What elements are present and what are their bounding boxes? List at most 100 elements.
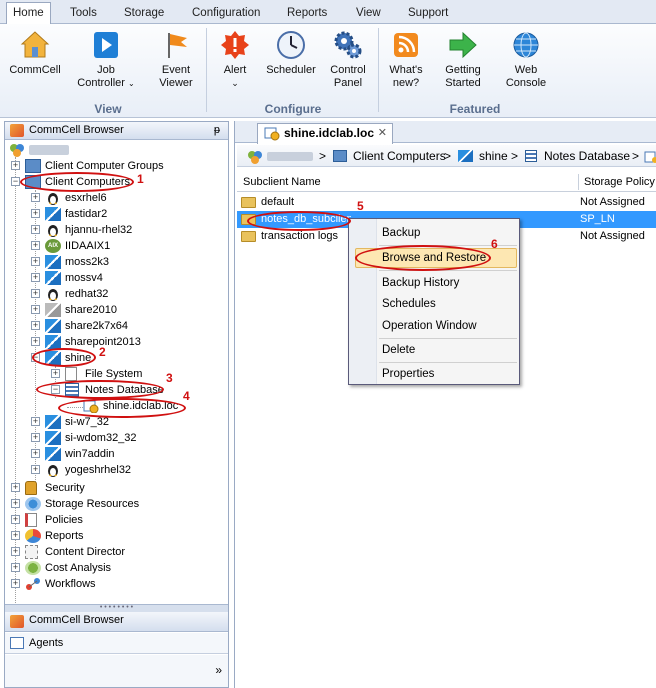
breadcrumb-client-computers[interactable]: Client Computers (353, 145, 446, 167)
tab-view[interactable]: View (350, 3, 387, 24)
menu-gutter (349, 219, 377, 384)
tree-client-hjannu-rhel32[interactable]: + hjannu-rhel32 (31, 222, 211, 238)
control-panel-button[interactable]: Control Panel (322, 30, 374, 90)
menu-item-backup-history[interactable]: Backup History (382, 274, 459, 292)
expand-icon[interactable]: + (51, 369, 60, 378)
agents-icon (10, 637, 24, 649)
expand-icon[interactable]: + (31, 321, 40, 330)
tree-storage-resources[interactable]: + Storage Resources (11, 496, 211, 512)
tree-client-esxrhel6[interactable]: + esxrhel6 (31, 190, 211, 206)
menu-item-properties[interactable]: Properties (382, 365, 434, 383)
tab-configuration[interactable]: Configuration (186, 3, 266, 24)
scheduler-button[interactable]: Scheduler (262, 30, 320, 77)
event-viewer-button[interactable]: Event Viewer (150, 30, 202, 90)
tree-file-system[interactable]: + File System (51, 366, 211, 382)
tree-client-share2010[interactable]: + share2010 (31, 302, 211, 318)
tree-client-redhat32[interactable]: + redhat32 (31, 286, 211, 302)
tree-root[interactable] (9, 142, 109, 158)
tab-home[interactable]: Home (6, 2, 51, 24)
expand-icon[interactable]: + (11, 499, 20, 508)
menu-item-schedules[interactable]: Schedules (382, 295, 436, 313)
tab-reports[interactable]: Reports (281, 3, 333, 24)
expand-icon[interactable]: + (31, 209, 40, 218)
folder-icon (241, 197, 256, 208)
getting-started-label-1: Getting (445, 64, 481, 76)
more-chevron-icon[interactable]: » (215, 663, 222, 677)
menu-item-backup[interactable]: Backup (382, 224, 420, 242)
breadcrumb-client[interactable]: shine (479, 145, 508, 167)
breadcrumb-agent[interactable]: Notes Database (544, 145, 630, 167)
job-controller-button[interactable]: Job Controller ⌄ (70, 30, 142, 90)
expand-icon[interactable]: + (31, 273, 40, 282)
tab-tools[interactable]: Tools (64, 3, 103, 24)
menu-separator (379, 362, 517, 363)
tree-client-win7addin[interactable]: + win7addin (31, 446, 211, 462)
web-console-label-1: Web (514, 64, 538, 76)
job-controller-label-2: Controller (77, 77, 125, 89)
pin-icon[interactable]: ᵽ (214, 122, 220, 139)
whats-new-button[interactable]: What's new? (382, 30, 430, 90)
tab-support[interactable]: Support (402, 3, 454, 24)
flag-icon (161, 30, 191, 60)
tree-cost-analysis[interactable]: + Cost Analysis (11, 560, 211, 576)
expand-icon[interactable]: + (31, 433, 40, 442)
tree-client-mossv4[interactable]: + mossv4 (31, 270, 211, 286)
commcell-browser-section[interactable]: CommCell Browser (5, 612, 228, 632)
menu-item-operation-window[interactable]: Operation Window (382, 317, 477, 335)
expand-icon[interactable]: + (31, 289, 40, 298)
tree-content-director[interactable]: + Content Director (11, 544, 211, 560)
tree-client-si-wdom32-32[interactable]: + si-wdom32_32 (31, 430, 211, 446)
expand-icon[interactable]: + (31, 337, 40, 346)
annotation-number: 3 (166, 371, 173, 385)
expand-icon[interactable]: + (31, 305, 40, 314)
tree-client-computer-groups[interactable]: + Client Computer Groups (11, 158, 211, 174)
tree-client-iidaaix1[interactable]: + AIX IIDAAIX1 (31, 238, 211, 254)
tree-client-moss2k3[interactable]: + moss2k3 (31, 254, 211, 270)
document-tab[interactable]: shine.idclab.loc ✕ (257, 123, 393, 144)
windows-offline-icon (45, 303, 61, 317)
column-header-subclient-name[interactable]: Subclient Name (243, 176, 321, 188)
expand-icon[interactable]: + (11, 563, 20, 572)
splitter-handle[interactable]: • • • • • • • • (5, 604, 228, 612)
agents-section[interactable]: Agents (5, 633, 228, 654)
arrow-right-icon (448, 30, 478, 60)
pie-chart-icon (25, 529, 41, 543)
close-icon[interactable]: ✕ (378, 124, 387, 143)
expand-icon[interactable]: + (11, 161, 20, 170)
annotation-number: 1 (137, 172, 144, 186)
expand-icon[interactable]: + (31, 465, 40, 474)
alert-button[interactable]: Alert ⌄ (212, 30, 258, 90)
list-row-default[interactable]: default Not Assigned (237, 194, 656, 211)
expand-icon[interactable]: + (31, 225, 40, 234)
menu-item-delete[interactable]: Delete (382, 341, 415, 359)
getting-started-button[interactable]: Getting Started (436, 30, 490, 90)
column-header-storage-policy[interactable]: Storage Policy (584, 176, 655, 188)
tree-client-yogeshrhel32[interactable]: + yogeshrhel32 (31, 462, 211, 478)
tree-workflows[interactable]: + Workflows (11, 576, 211, 592)
tree-client-fastidar2[interactable]: + fastidar2 (31, 206, 211, 222)
tree-reports[interactable]: + Reports (11, 528, 211, 544)
tab-storage[interactable]: Storage (118, 3, 170, 24)
tree-client-share2k7x64[interactable]: + share2k7x64 (31, 318, 211, 334)
house-icon (20, 30, 50, 60)
redacted-commcell-name[interactable] (267, 152, 313, 161)
web-console-button[interactable]: Web Console (498, 30, 554, 90)
commcell-button[interactable]: CommCell (4, 30, 66, 77)
expand-icon[interactable]: + (31, 417, 40, 426)
expand-icon[interactable]: + (11, 547, 20, 556)
tree-security[interactable]: + Security (11, 480, 211, 496)
annotation-oval (20, 172, 134, 192)
aix-icon: AIX (45, 239, 61, 253)
expand-icon[interactable]: + (31, 449, 40, 458)
expand-icon[interactable]: + (11, 483, 20, 492)
collapse-icon[interactable]: − (11, 177, 20, 186)
clock-icon (276, 30, 306, 60)
expand-icon[interactable]: + (31, 193, 40, 202)
expand-icon[interactable]: + (31, 257, 40, 266)
expand-icon[interactable]: + (31, 241, 40, 250)
expand-icon[interactable]: + (11, 579, 20, 588)
expand-icon[interactable]: + (11, 515, 20, 524)
expand-icon[interactable]: + (11, 531, 20, 540)
tree-policies[interactable]: + Policies (11, 512, 211, 528)
linux-penguin-icon (45, 287, 61, 301)
